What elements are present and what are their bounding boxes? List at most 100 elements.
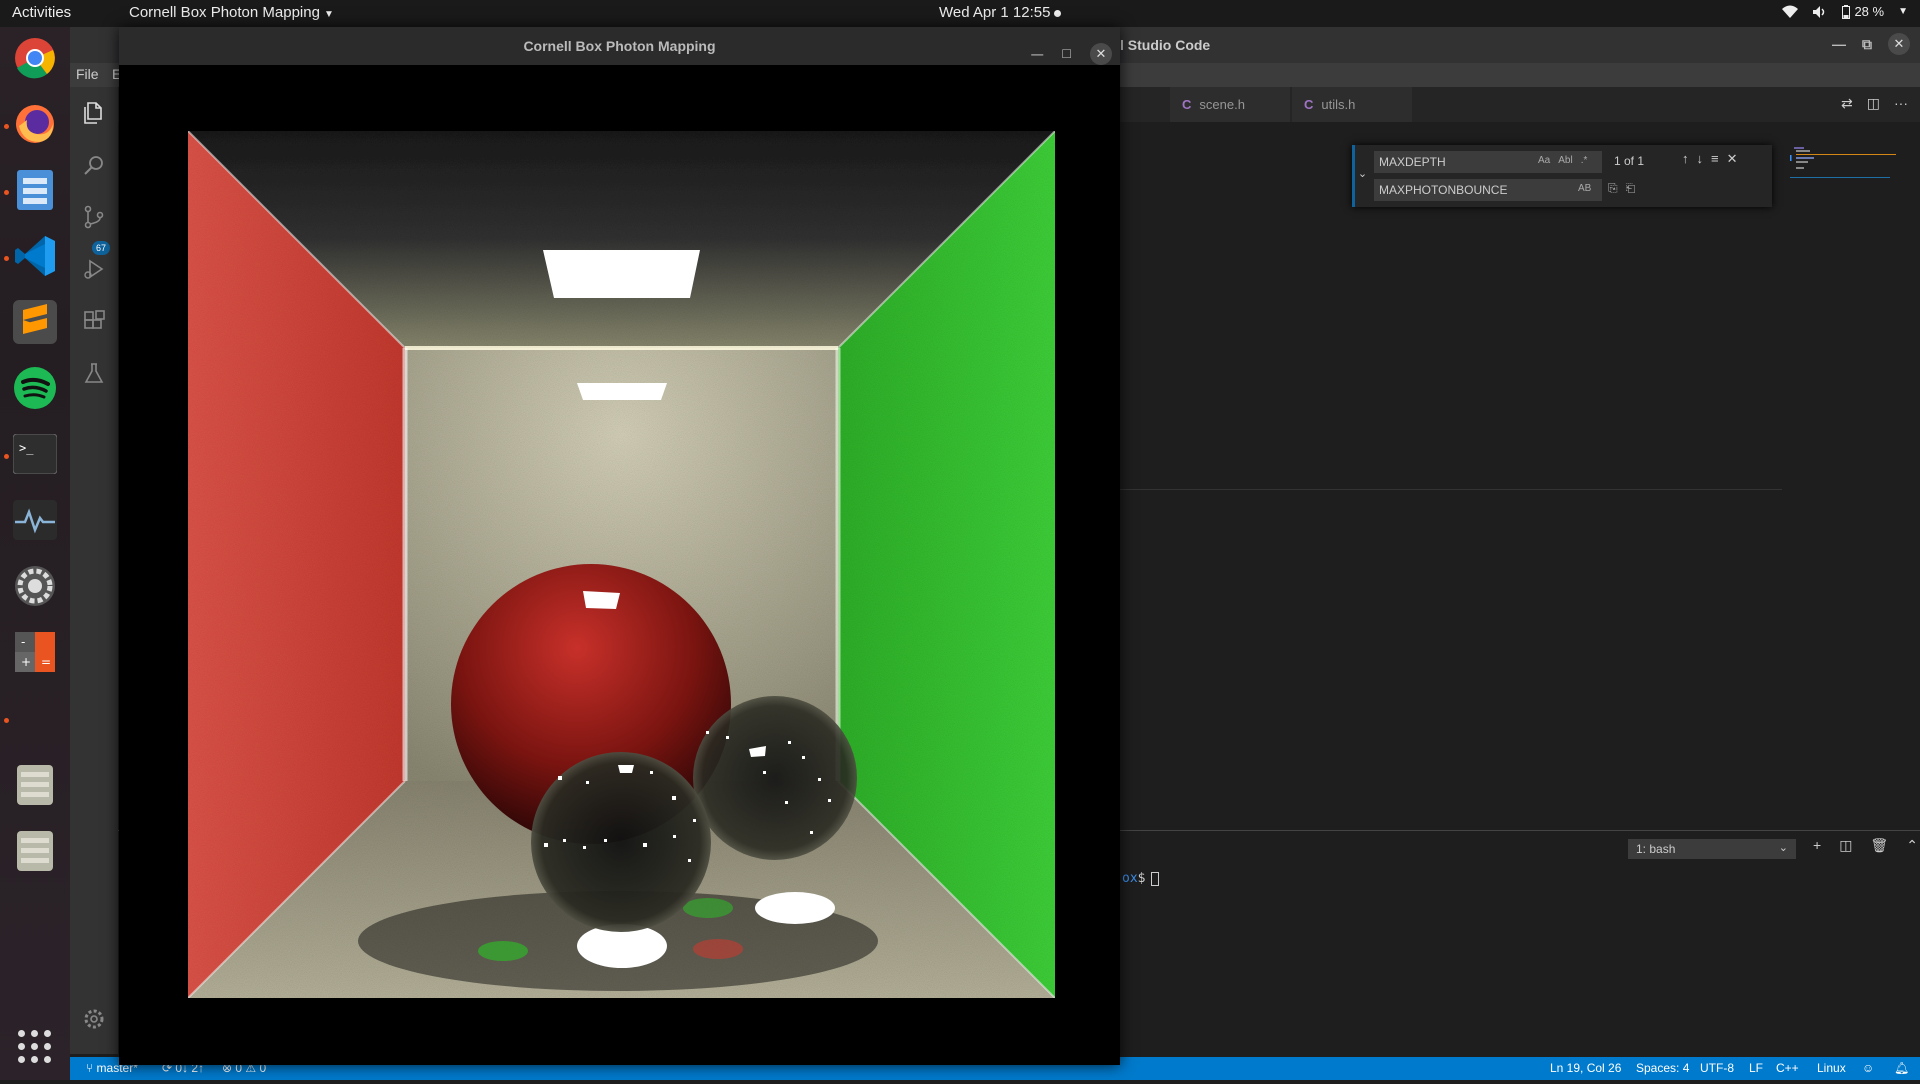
files-running-dot — [4, 190, 9, 195]
search-icon[interactable] — [82, 153, 106, 177]
extensions-icon[interactable] — [82, 309, 106, 333]
close-icon[interactable]: ✕ — [1888, 33, 1910, 55]
c-file-icon: C — [1304, 97, 1314, 112]
top-bar: Activities Cornell Box Photon Mapping ▼ W… — [0, 0, 1920, 27]
replace-all-icon[interactable]: ⎗ — [1626, 181, 1636, 196]
render-window-titlebar[interactable]: Cornell Box Photon Mapping — ☐ ✕ — [119, 27, 1120, 65]
testing-icon[interactable] — [82, 361, 106, 385]
find-in-selection-icon[interactable]: ≡ — [1711, 151, 1719, 167]
cornell-box-render — [188, 131, 1055, 998]
scm-badge: 67 — [92, 241, 110, 255]
render-window-controls: — ☐ ✕ — [1031, 35, 1112, 73]
editor-actions: ⇄ ◫ ··· — [1841, 95, 1908, 112]
drive-icon[interactable] — [10, 826, 60, 876]
prompt-symbol: $ — [1137, 871, 1146, 886]
preserve-case-toggle[interactable]: AB — [1578, 183, 1591, 194]
find-options: Aa Abl .* — [1538, 155, 1587, 166]
app-menu[interactable]: Cornell Box Photon Mapping ▼ — [129, 4, 334, 21]
next-match-icon[interactable]: ↓ — [1697, 151, 1704, 167]
gear-icon[interactable] — [82, 1007, 106, 1031]
system-tray[interactable]: 28 % ▼ — [1782, 4, 1908, 19]
clock[interactable]: Wed Apr 1 12:55 — [939, 4, 1062, 21]
prompt-path: ox — [1122, 871, 1138, 886]
explorer-icon[interactable] — [82, 101, 106, 125]
terminal-running-dot — [4, 454, 9, 459]
match-case-toggle[interactable]: Aa — [1538, 155, 1550, 166]
battery-percent: 28 % — [1854, 4, 1885, 19]
render-window: Cornell Box Photon Mapping — ☐ ✕ — [119, 27, 1120, 1065]
compare-icon[interactable]: ⇄ — [1841, 95, 1853, 112]
red-sphere-highlight — [583, 591, 620, 609]
vscode-running-dot — [4, 256, 9, 261]
new-terminal-icon[interactable]: + — [1813, 837, 1821, 854]
settings-icon[interactable] — [10, 561, 60, 611]
split-terminal-icon[interactable]: ◫ — [1839, 837, 1852, 854]
match-count: 1 of 1 — [1614, 154, 1645, 168]
find-nav: ↑ ↓ ≡ ✕ — [1682, 151, 1738, 167]
more-actions-icon[interactable]: ··· — [1894, 95, 1908, 112]
bell-icon[interactable]: 🔔︎ — [1894, 1061, 1909, 1075]
replace-buttons: ⎘ ⎗ — [1608, 181, 1635, 196]
notification-dot-icon — [1054, 9, 1062, 17]
tab-scene-h[interactable]: Cscene.h — [1170, 87, 1290, 122]
minimize-icon[interactable]: — — [1832, 36, 1846, 52]
terminal-select[interactable]: 1: bash ⌄ — [1628, 839, 1796, 859]
c-file-icon: C — [1182, 97, 1192, 112]
terminal-icon[interactable]: >_ — [10, 429, 60, 479]
maximize-panel-icon[interactable]: ⌃ — [1906, 837, 1918, 854]
replace-one-icon[interactable]: ⎘ — [1608, 181, 1618, 196]
sublime-text-icon[interactable] — [10, 297, 60, 347]
regex-toggle[interactable]: .* — [1581, 155, 1588, 166]
feedback-icon[interactable]: ☺ — [1862, 1061, 1874, 1075]
previous-match-icon[interactable]: ↑ — [1682, 151, 1689, 167]
encoding[interactable]: UTF-8 — [1700, 1061, 1734, 1075]
chrome-icon[interactable] — [10, 33, 60, 83]
tab-label: utils.h — [1321, 97, 1356, 112]
run-debug-icon[interactable] — [82, 257, 106, 281]
source-control-icon[interactable] — [82, 205, 106, 229]
system-menu-caret-icon: ▼ — [1898, 6, 1908, 17]
battery-indicator: 28 % — [1842, 4, 1884, 19]
drive-icon[interactable] — [10, 760, 60, 810]
language-mode[interactable]: C++ — [1776, 1061, 1799, 1075]
replace-input[interactable]: MAXPHOTONBOUNCE — [1374, 179, 1602, 201]
panel-actions: + ◫ 🗑 ⌃ ✕ — [1813, 837, 1920, 854]
terminal-cursor — [1151, 871, 1160, 886]
maximize-icon[interactable]: ☐ — [1061, 35, 1072, 73]
activity-bar: 67 — [70, 87, 118, 1054]
platform[interactable]: Linux — [1817, 1061, 1846, 1075]
toggle-replace-icon[interactable]: ⌄ — [1352, 145, 1370, 207]
cursor-position[interactable]: Ln 19, Col 26 — [1550, 1061, 1621, 1075]
dock: >_ + = - — [0, 27, 70, 1080]
whole-word-toggle[interactable]: Abl — [1558, 155, 1572, 166]
terminal-prompt[interactable]: ox$ — [1122, 871, 1160, 886]
caustic-right — [755, 892, 835, 924]
restore-icon[interactable]: ⧉ — [1862, 36, 1872, 53]
end-of-line[interactable]: LF — [1749, 1061, 1763, 1075]
tab-utils-h[interactable]: Cutils.h — [1292, 87, 1412, 122]
close-icon[interactable]: ✕ — [1090, 43, 1112, 65]
minimap[interactable] — [1790, 145, 1900, 205]
close-find-icon[interactable]: ✕ — [1727, 151, 1738, 167]
firefox-running-dot — [4, 124, 9, 129]
volume-icon — [1813, 5, 1825, 18]
system-monitor-icon[interactable] — [10, 495, 60, 545]
menu-file[interactable]: File — [76, 66, 99, 82]
unknown-running-dot — [4, 718, 9, 723]
svg-text:-: - — [21, 635, 25, 649]
files-icon[interactable] — [10, 165, 60, 215]
indentation[interactable]: Spaces: 4 — [1636, 1061, 1689, 1075]
calculator-icon[interactable]: + = - — [10, 627, 60, 677]
spotify-icon[interactable] — [10, 363, 60, 413]
vscode-icon[interactable] — [10, 231, 60, 281]
light-reflection — [577, 383, 667, 400]
vscode-title: l Studio Code — [1120, 37, 1211, 53]
terminal-select-label: 1: bash — [1636, 842, 1676, 856]
activities-button[interactable]: Activities — [12, 4, 71, 21]
show-applications-icon[interactable] — [18, 1030, 52, 1064]
svg-text:>_: >_ — [19, 441, 34, 455]
kill-terminal-icon[interactable]: 🗑 — [1870, 837, 1888, 854]
minimize-icon[interactable]: — — [1031, 35, 1043, 73]
split-editor-icon[interactable]: ◫ — [1867, 95, 1880, 112]
firefox-icon[interactable] — [10, 99, 60, 149]
